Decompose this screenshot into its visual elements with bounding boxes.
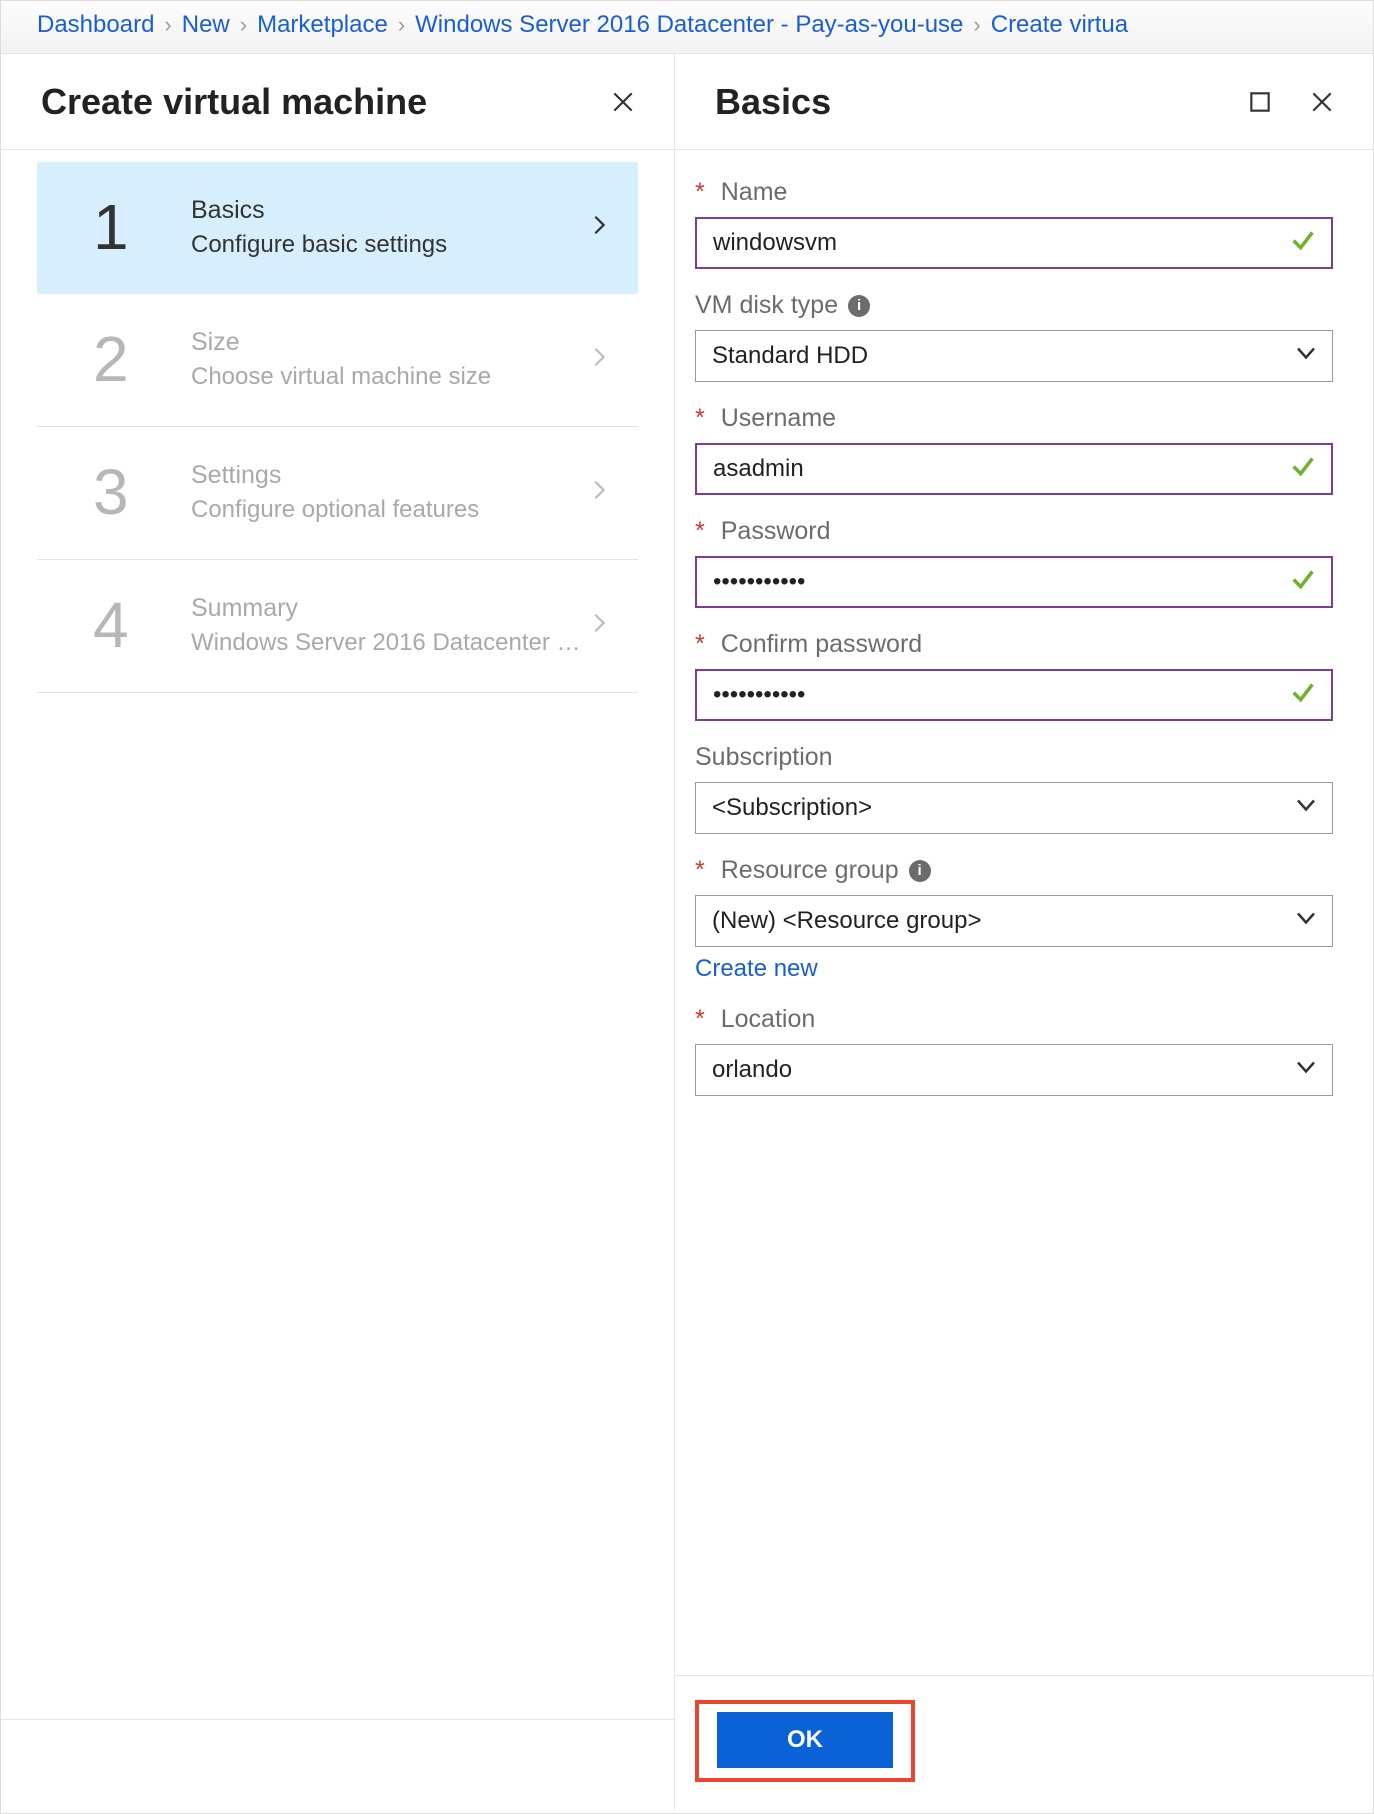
step-subtitle: Configure optional features	[191, 496, 588, 524]
maximize-icon[interactable]	[1243, 85, 1277, 119]
wizard-step-size[interactable]: 2 Size Choose virtual machine size	[37, 294, 638, 427]
blade-footer	[1, 1719, 674, 1810]
info-icon[interactable]: i	[848, 295, 870, 317]
breadcrumb-item-offer[interactable]: Windows Server 2016 Datacenter - Pay-as-…	[415, 11, 963, 39]
chevron-right-icon: ›	[164, 12, 171, 38]
step-number: 1	[93, 190, 173, 264]
step-number: 3	[93, 455, 173, 529]
info-icon[interactable]: i	[909, 860, 931, 882]
chevron-down-icon	[1294, 1055, 1318, 1086]
check-icon	[1289, 452, 1317, 487]
blade-title: Create virtual machine	[41, 81, 427, 123]
window: Dashboard › New › Marketplace › Windows …	[0, 0, 1374, 1814]
blade-create-vm: Create virtual machine 1 Basics Configur…	[1, 54, 675, 1810]
chevron-down-icon	[1294, 906, 1318, 937]
chevron-right-icon	[588, 342, 610, 377]
step-title: Size	[191, 328, 588, 357]
chevron-right-icon	[588, 210, 610, 245]
step-title: Settings	[191, 461, 588, 490]
chevron-right-icon: ›	[973, 12, 980, 38]
breadcrumb-item-new[interactable]: New	[182, 11, 230, 39]
subscription-select[interactable]: <Subscription>	[695, 782, 1333, 834]
wizard-step-settings[interactable]: 3 Settings Configure optional features	[37, 427, 638, 560]
ok-button[interactable]: OK	[717, 1712, 893, 1768]
breadcrumb: Dashboard › New › Marketplace › Windows …	[1, 1, 1373, 54]
step-number: 4	[93, 588, 173, 662]
blade-footer: OK	[675, 1675, 1373, 1810]
close-icon[interactable]	[1305, 85, 1339, 119]
disk-type-select[interactable]: Standard HDD	[695, 330, 1333, 382]
field-label: Subscription	[695, 743, 1333, 772]
basics-form: *Name windowsvm VM disk type i	[675, 150, 1373, 1675]
step-subtitle: Choose virtual machine size	[191, 363, 588, 391]
field-label: *Resource group i	[695, 856, 1333, 885]
field-location: *Location orlando	[695, 1005, 1333, 1096]
check-icon	[1289, 226, 1317, 261]
field-disk-type: VM disk type i Standard HDD	[695, 291, 1333, 382]
chevron-right-icon	[588, 475, 610, 510]
step-title: Basics	[191, 196, 588, 225]
breadcrumb-item-marketplace[interactable]: Marketplace	[257, 11, 388, 39]
field-label: *Location	[695, 1005, 1333, 1034]
blade-header: Basics	[675, 54, 1373, 150]
close-icon[interactable]	[606, 85, 640, 119]
field-resource-group: *Resource group i (New) <Resource group>…	[695, 856, 1333, 983]
resource-group-select[interactable]: (New) <Resource group>	[695, 895, 1333, 947]
step-subtitle: Configure basic settings	[191, 231, 588, 259]
field-password: *Password •••••••••••	[695, 517, 1333, 608]
field-username: *Username asadmin	[695, 404, 1333, 495]
blade-header: Create virtual machine	[1, 54, 674, 150]
wizard-step-summary[interactable]: 4 Summary Windows Server 2016 Datacenter…	[37, 560, 638, 693]
blade-title: Basics	[715, 81, 831, 123]
chevron-right-icon	[588, 608, 610, 643]
check-icon	[1289, 678, 1317, 713]
step-title: Summary	[191, 594, 588, 623]
ok-highlight: OK	[695, 1700, 915, 1782]
field-label: *Password	[695, 517, 1333, 546]
field-label: VM disk type i	[695, 291, 1333, 320]
create-new-link[interactable]: Create new	[695, 955, 1333, 983]
step-number: 2	[93, 322, 173, 396]
wizard-step-basics[interactable]: 1 Basics Configure basic settings	[37, 162, 638, 294]
check-icon	[1289, 565, 1317, 600]
field-name: *Name windowsvm	[695, 178, 1333, 269]
field-confirm-password: *Confirm password •••••••••••	[695, 630, 1333, 721]
chevron-down-icon	[1294, 341, 1318, 372]
blade-basics: Basics *Name windowsv	[675, 54, 1373, 1810]
field-label: *Name	[695, 178, 1333, 207]
chevron-right-icon: ›	[398, 12, 405, 38]
field-label: *Username	[695, 404, 1333, 433]
chevron-right-icon: ›	[240, 12, 247, 38]
chevron-down-icon	[1294, 793, 1318, 824]
step-subtitle: Windows Server 2016 Datacenter …	[191, 629, 588, 657]
name-input[interactable]: windowsvm	[695, 217, 1333, 269]
location-select[interactable]: orlando	[695, 1044, 1333, 1096]
field-subscription: Subscription <Subscription>	[695, 743, 1333, 834]
username-input[interactable]: asadmin	[695, 443, 1333, 495]
password-input[interactable]: •••••••••••	[695, 556, 1333, 608]
field-label: *Confirm password	[695, 630, 1333, 659]
confirm-password-input[interactable]: •••••••••••	[695, 669, 1333, 721]
wizard-steps: 1 Basics Configure basic settings 2 Size…	[1, 150, 674, 693]
breadcrumb-item-create[interactable]: Create virtua	[991, 11, 1128, 39]
breadcrumb-item-dashboard[interactable]: Dashboard	[37, 11, 154, 39]
